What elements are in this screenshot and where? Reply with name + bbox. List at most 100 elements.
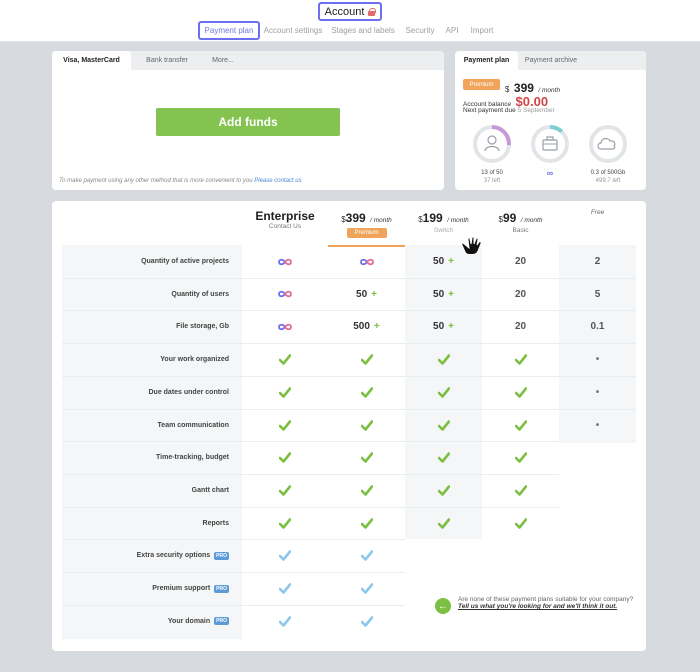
row-label-text: Your domain	[167, 617, 211, 625]
check-icon	[279, 452, 291, 463]
plan-cell	[328, 376, 405, 409]
check-icon	[514, 419, 527, 431]
payment-note: To make payment using any other method t…	[59, 178, 302, 184]
check-icon	[514, 354, 527, 365]
projects-gauge-label: ∞	[546, 168, 554, 178]
plan-cell: 20	[514, 321, 527, 333]
tab-more[interactable]: More...	[202, 51, 244, 70]
tell-us-link[interactable]: Tell us what you're looking for and we'l…	[458, 603, 678, 610]
cloud-icon	[597, 137, 616, 150]
tab-security[interactable]: Security	[402, 21, 438, 40]
plan-cell	[242, 605, 328, 638]
plan-cell: 50 +	[405, 310, 482, 343]
tab-plan[interactable]: Payment plan	[455, 51, 518, 70]
next-payment-date: 5 September	[517, 107, 555, 114]
premium-badge: Premium	[463, 79, 500, 90]
account-title-text: Account	[324, 5, 365, 18]
check-icon	[279, 583, 291, 594]
check-icon	[514, 517, 527, 529]
settings-nav: Payment plan Account settings Stages and…	[0, 21, 700, 42]
plan-cell	[405, 343, 482, 376]
plan-cell	[405, 376, 482, 409]
check-icon	[279, 615, 291, 627]
check-icon	[360, 452, 373, 463]
premium-current-badge: Premium	[346, 228, 387, 238]
users-gauge-value: 13 of 50	[481, 170, 503, 176]
plan-cell	[328, 245, 405, 278]
plan-info-tabs: Payment plan Payment archive	[455, 51, 646, 70]
plan-cell	[328, 343, 405, 376]
row-label-text: Time-tracking, budget	[156, 454, 229, 462]
plan-cell	[328, 507, 405, 540]
plan-cell	[242, 474, 328, 507]
tab-import[interactable]: Import	[466, 21, 498, 40]
switch-price: 199	[422, 211, 443, 225]
plan-cell	[328, 605, 405, 638]
tab-account-settings[interactable]: Account settings	[262, 21, 324, 40]
plan-cell: 20	[514, 256, 527, 267]
row-label: Premium support PRO	[62, 572, 237, 605]
row-label-text: Gantt chart	[191, 486, 229, 494]
arrow-left-icon[interactable]: ←	[435, 598, 451, 614]
plus-sign: +	[373, 321, 380, 333]
row-label: Time-tracking, budget	[62, 441, 237, 474]
check-icon	[279, 386, 291, 398]
row-label: Reports	[62, 507, 237, 540]
check-icon	[360, 485, 373, 496]
check-icon	[437, 452, 450, 463]
check-icon	[279, 485, 291, 496]
plan-cell	[482, 409, 559, 442]
check-icon	[437, 419, 450, 431]
tab-visa-mastercard[interactable]: Visa, MasterCard	[52, 51, 131, 70]
plan-cell: 50 +	[328, 278, 405, 311]
infinity-icon	[278, 258, 292, 265]
add-funds-button[interactable]: Add funds	[156, 108, 340, 136]
tab-api[interactable]: API	[442, 21, 462, 40]
plan-cell: •	[595, 419, 600, 431]
tab-stages-and-labels[interactable]: Stages and labels	[330, 21, 396, 40]
free-plan-header[interactable]: Free	[559, 209, 636, 247]
storage-gauge-track	[589, 125, 627, 163]
plan-cell	[405, 441, 482, 474]
row-label-text: Premium support	[152, 585, 211, 592]
next-payment-label: Next payment due	[463, 107, 516, 114]
row-label-text: Quantity of active projects	[141, 258, 229, 265]
row-label-text: Your work organized	[160, 356, 229, 364]
row-label: Quantity of active projects	[62, 245, 237, 278]
tab-payment-archive[interactable]: Payment archive	[521, 51, 581, 70]
row-label-text: Reports	[202, 519, 229, 527]
check-icon	[279, 419, 291, 431]
plan-cell: 50 +	[405, 245, 482, 278]
plan-cell	[405, 507, 482, 540]
tab-bank-transfer[interactable]: Bank transfer	[136, 51, 198, 70]
check-icon	[360, 615, 373, 627]
check-icon	[437, 517, 450, 529]
contact-us-link[interactable]: Please contact us	[254, 178, 301, 184]
plus-sign: +	[371, 288, 377, 300]
row-label: Gantt chart	[62, 474, 237, 507]
basic-plan-header[interactable]: $99 / month Basic	[482, 209, 559, 247]
plan-cell: 50 +	[405, 278, 482, 311]
infinity-icon	[278, 323, 292, 331]
switch-label[interactable]: Switch	[405, 227, 482, 234]
plus-sign: +	[448, 256, 454, 267]
storage-gauge-value: 0.3 of 500Gb	[590, 170, 626, 176]
plan-cell-value: 500	[353, 321, 370, 333]
plan-cell: 5	[594, 288, 601, 300]
plan-cell-value: 50	[433, 256, 445, 267]
check-icon	[514, 386, 527, 398]
row-label-text: Quantity of users	[171, 290, 229, 298]
briefcase-icon	[542, 136, 558, 151]
plan-cell	[242, 343, 328, 376]
plan-cell	[242, 507, 328, 540]
enterprise-contact[interactable]: Contact Us	[242, 223, 328, 230]
users-gauge-left: 37 left	[483, 178, 501, 184]
plan-cell	[405, 409, 482, 442]
lock-icon	[368, 7, 377, 16]
plan-cell	[242, 572, 328, 605]
free-label: Free	[590, 209, 605, 216]
tab-payment-plan[interactable]: Payment plan	[198, 21, 260, 40]
pro-badge: PRO	[214, 617, 229, 626]
infinity-icon	[359, 258, 374, 265]
payment-method-tabs: Visa, MasterCard Bank transfer More...	[52, 51, 444, 70]
